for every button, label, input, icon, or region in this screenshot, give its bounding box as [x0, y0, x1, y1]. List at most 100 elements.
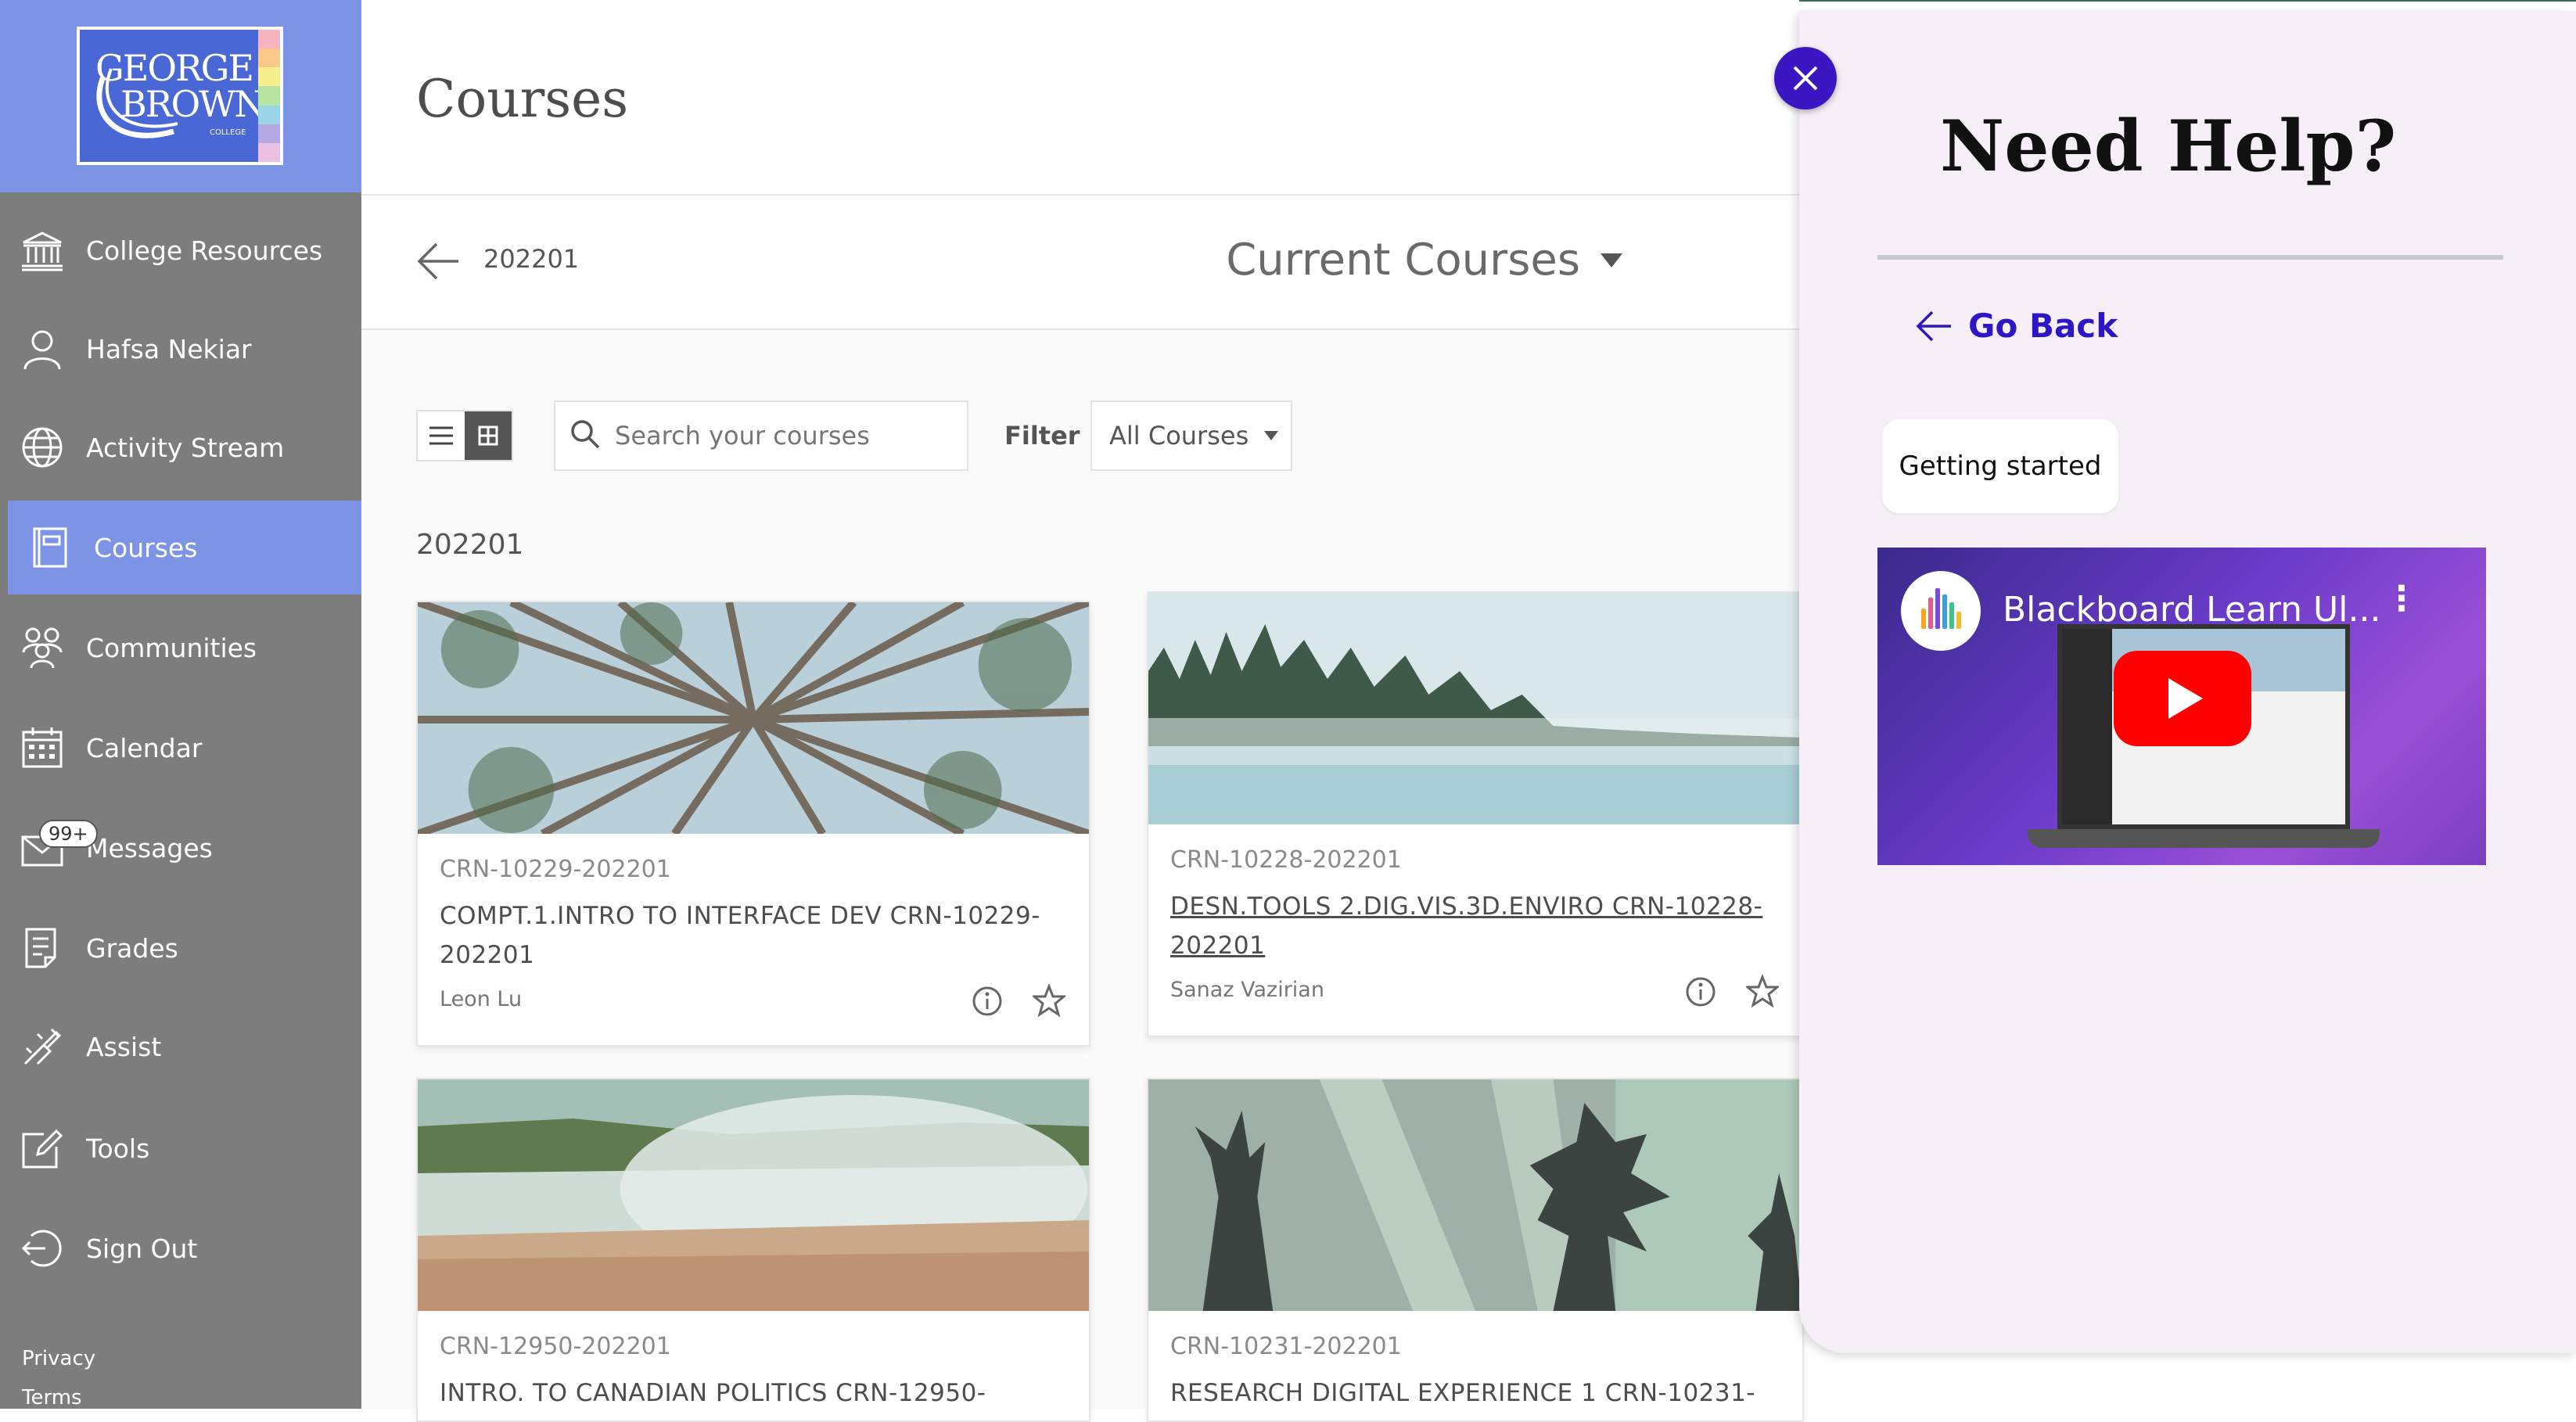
sidebar-item-label: Calendar — [86, 732, 203, 763]
course-crn: CRN-10228-202201 — [1170, 846, 1402, 874]
term-header: 202201 Current Courses — [361, 196, 1799, 329]
logo-text: GEORGE BROWN — [95, 47, 266, 125]
help-video[interactable]: Blackboard Learn Ul... ⋮ — [1877, 548, 2486, 865]
course-card[interactable]: CRN-10228-202201 DESN.TOOLS 2.DIG.VIS.3D… — [1147, 591, 1804, 1037]
go-back-link[interactable]: Go Back — [1915, 307, 2118, 345]
back-arrow-icon[interactable] — [415, 238, 462, 288]
course-crn: CRN-10231-202201 — [1170, 1333, 1402, 1360]
grades-icon — [17, 923, 67, 973]
college-logo[interactable]: GEORGE BROWN COLLEGE — [77, 27, 283, 165]
more-options-icon[interactable]: ⋮ — [2384, 582, 2419, 616]
sidebar-item-courses[interactable]: Courses — [8, 501, 361, 594]
course-view-label: Current Courses — [1226, 235, 1580, 285]
logo-line-2: BROWN — [120, 83, 266, 125]
sidebar-item-label: Activity Stream — [86, 432, 285, 463]
sidebar-item-label: Communities — [86, 632, 257, 663]
logo-stripes — [258, 30, 280, 162]
sidebar-item-assist[interactable]: Assist — [0, 1000, 361, 1093]
page-title: Courses — [416, 69, 629, 129]
view-toggle — [416, 410, 513, 461]
logo-line-1: GEORGE — [95, 47, 254, 89]
sidebar-item-label: Hafsa Nekiar — [86, 333, 252, 364]
assist-icon — [17, 1022, 67, 1072]
sidebar: GEORGE BROWN COLLEGE College Resources H… — [0, 0, 361, 1409]
course-title[interactable]: COMPT.1.INTRO TO INTERFACE DEV CRN-10229… — [440, 896, 1058, 975]
course-title[interactable]: RESEARCH DIGITAL EXPERIENCE 1 CRN-10231- — [1170, 1374, 1788, 1413]
term-label: 202201 — [483, 244, 580, 274]
sidebar-item-label: Courses — [94, 532, 198, 563]
help-panel: Need Help? Go Back Getting started Black… — [1799, 11, 2576, 1353]
go-back-label: Go Back — [1968, 307, 2118, 345]
courses-area: Filter All Courses 202201 CRN-10229-2022… — [361, 330, 1804, 1422]
help-title: Need Help? — [1940, 105, 2397, 188]
course-crn: CRN-10229-202201 — [440, 856, 671, 883]
sidebar-item-sign-out[interactable]: Sign Out — [0, 1201, 361, 1295]
search-input[interactable] — [615, 421, 943, 451]
sidebar-item-college-resources[interactable]: College Resources — [0, 203, 361, 297]
logo-stripe — [258, 30, 280, 49]
communities-icon — [17, 623, 67, 673]
logo-stripe — [258, 142, 280, 162]
sidebar-item-label: Grades — [86, 932, 178, 964]
logo-stripe — [258, 86, 280, 106]
sidebar-item-messages[interactable]: 99+ Messages — [0, 801, 361, 895]
course-view-dropdown[interactable]: Current Courses — [1226, 235, 1622, 285]
info-icon[interactable] — [972, 986, 1003, 1020]
sidebar-item-communities[interactable]: Communities — [0, 601, 361, 695]
logo-stripe — [258, 48, 280, 68]
globe-icon — [17, 422, 67, 472]
filter-label: Filter — [1004, 421, 1080, 451]
sidebar-item-tools[interactable]: Tools — [0, 1101, 361, 1195]
sidebar-item-grades[interactable]: Grades — [0, 901, 361, 995]
logo-stripe — [258, 105, 280, 124]
main-content: Courses 202201 Current Courses Filter — [361, 0, 1804, 1422]
course-title[interactable]: INTRO. TO CANADIAN POLITICS CRN-12950-20… — [440, 1374, 1058, 1420]
sidebar-item-label: Sign Out — [86, 1233, 198, 1264]
course-search — [554, 400, 968, 471]
tools-icon — [17, 1123, 67, 1173]
star-icon[interactable] — [1744, 973, 1781, 1011]
sidebar-item-calendar[interactable]: Calendar — [0, 701, 361, 795]
course-instructor: Sanaz Vazirian — [1170, 978, 1324, 1002]
list-view-button[interactable] — [418, 411, 465, 460]
grid-view-button[interactable] — [465, 411, 512, 460]
filter-value: All Courses — [1109, 421, 1249, 451]
messages-count-badge: 99+ — [39, 820, 98, 848]
courses-icon — [25, 522, 75, 573]
close-icon — [1793, 66, 1818, 91]
course-image-aurora-trees — [1148, 1079, 1802, 1311]
search-icon — [569, 418, 601, 453]
course-card[interactable]: CRN-10231-202201 RESEARCH DIGITAL EXPERI… — [1147, 1078, 1804, 1422]
sidebar-item-label: College Resources — [86, 235, 323, 266]
play-icon[interactable] — [2114, 651, 2251, 746]
info-icon[interactable] — [1685, 976, 1716, 1011]
terms-link[interactable]: Terms — [22, 1386, 82, 1409]
sidebar-item-label: Assist — [86, 1031, 162, 1062]
caret-down-icon — [1601, 253, 1622, 268]
course-image-forest-canopy — [418, 602, 1089, 834]
logo-area: GEORGE BROWN COLLEGE — [0, 0, 361, 192]
course-card[interactable]: CRN-12950-202201 INTRO. TO CANADIAN POLI… — [416, 1078, 1090, 1422]
sidebar-item-activity-stream[interactable]: Activity Stream — [0, 400, 361, 494]
user-icon — [17, 324, 67, 374]
course-instructor: Leon Lu — [440, 987, 523, 1011]
star-icon[interactable] — [1030, 982, 1068, 1020]
course-title[interactable]: DESN.TOOLS 2.DIG.VIS.3D.ENVIRO CRN-10228… — [1170, 887, 1788, 965]
course-card[interactable]: CRN-10229-202201 COMPT.1.INTRO TO INTERF… — [416, 601, 1090, 1047]
close-button[interactable] — [1774, 47, 1837, 110]
institution-icon — [17, 225, 67, 275]
caret-down-icon — [1264, 431, 1279, 440]
channel-avatar — [1901, 571, 1981, 651]
getting-started-button[interactable]: Getting started — [1882, 419, 2118, 513]
logo-stripe — [258, 124, 280, 143]
filter-select[interactable]: All Courses — [1090, 400, 1292, 471]
sidebar-item-profile[interactable]: Hafsa Nekiar — [0, 302, 361, 396]
privacy-link[interactable]: Privacy — [22, 1347, 95, 1370]
list-icon — [429, 426, 453, 445]
logo-subtext: COLLEGE — [210, 128, 246, 137]
sidebar-item-label: Messages — [86, 832, 213, 864]
course-image-hot-spring — [418, 1079, 1089, 1311]
grid-icon — [478, 426, 498, 446]
sign-out-icon — [17, 1223, 67, 1273]
course-image-misty-lake — [1148, 593, 1802, 824]
